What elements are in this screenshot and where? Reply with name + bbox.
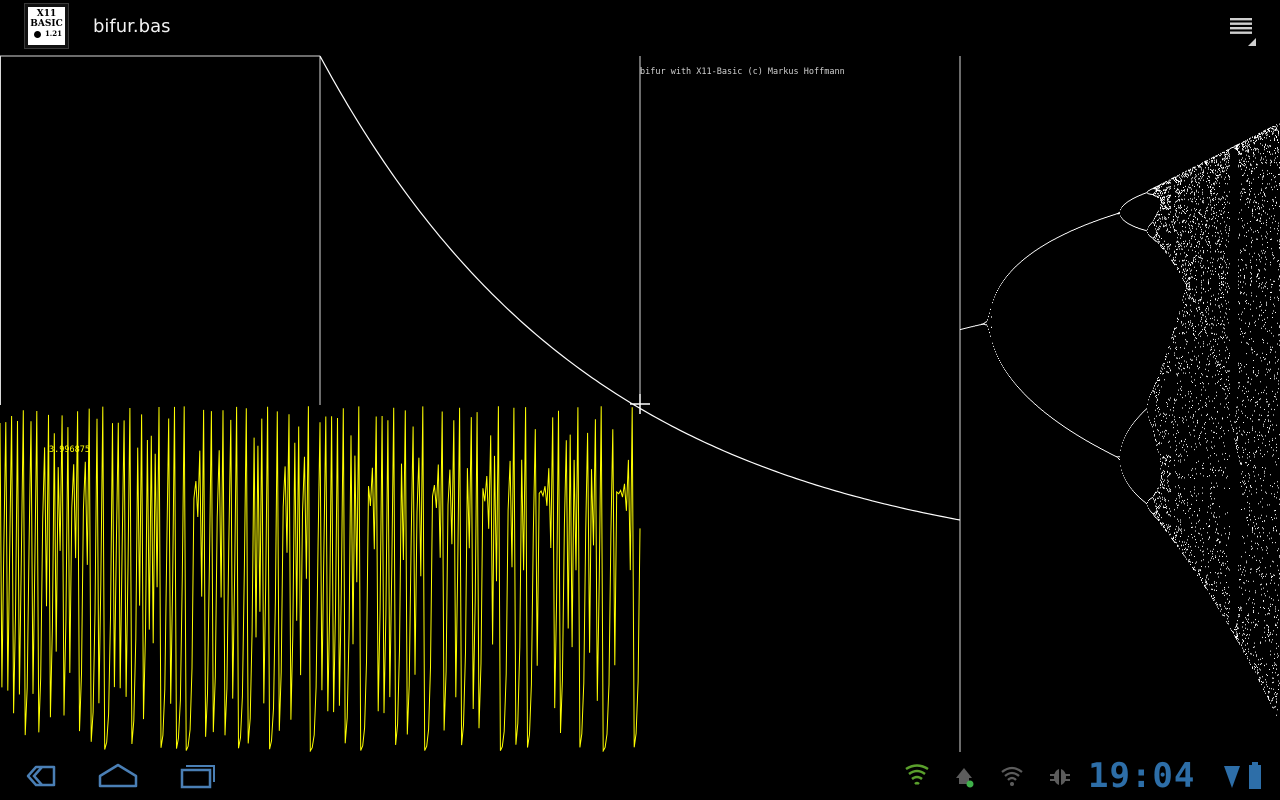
program-caption: bifur with X11-Basic (c) Markus Hoffmann <box>640 67 845 77</box>
bifurcation-plot <box>0 55 1280 753</box>
icon-version: 1.21 <box>28 29 65 38</box>
system-bar: 19:04 <box>0 752 1280 800</box>
signal-icon <box>1222 762 1242 794</box>
graphics-canvas[interactable]: bifur with X11-Basic (c) Markus Hoffmann… <box>0 0 1280 753</box>
app-title: bifur.bas <box>93 16 171 37</box>
parameter-readout: 3.996875 <box>49 445 90 455</box>
status-clock: 19:04 <box>1088 756 1196 796</box>
back-icon[interactable] <box>8 758 68 794</box>
home-icon[interactable] <box>88 758 148 794</box>
overflow-menu-icon[interactable] <box>1222 10 1262 48</box>
icon-text-line: BASIC <box>30 19 63 29</box>
bifurcation-diagram <box>960 123 1280 716</box>
shield-icon <box>904 764 930 792</box>
icon-text-line: X11 <box>36 9 57 19</box>
recent-apps-icon[interactable] <box>168 758 228 794</box>
wifi-icon <box>1000 764 1024 792</box>
iteration-trace <box>0 406 641 753</box>
android-debug-icon <box>1048 764 1072 792</box>
app-window: bifur with X11-Basic (c) Markus Hoffmann… <box>0 0 1280 800</box>
bifurcation-points <box>960 123 1280 716</box>
action-bar: X11 BASIC 1.21 bifur.bas <box>0 0 1280 55</box>
x11-basic-icon[interactable]: X11 BASIC 1.21 <box>24 3 69 49</box>
usb-debug-icon <box>952 764 976 792</box>
iteration-trace-line <box>0 406 641 753</box>
battery-icon <box>1248 762 1262 794</box>
